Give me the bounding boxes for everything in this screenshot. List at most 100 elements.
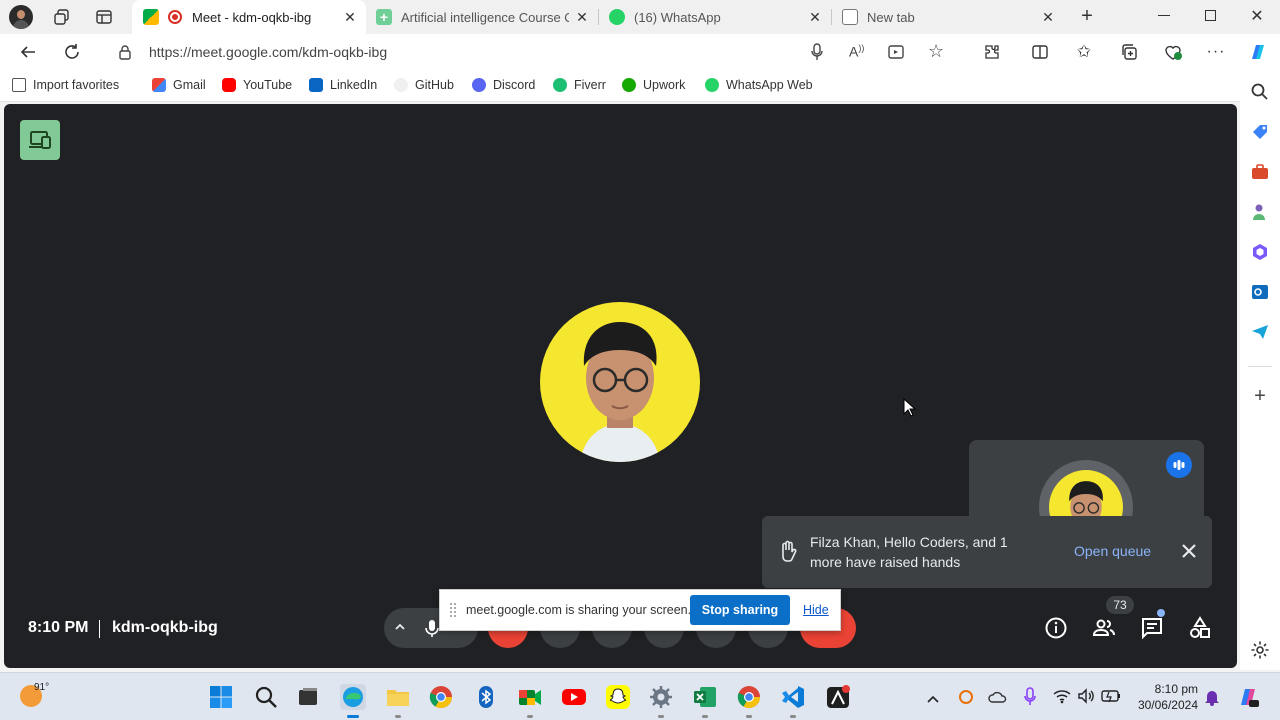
profile-avatar[interactable]: [9, 5, 33, 29]
bluetooth-icon[interactable]: [473, 684, 499, 710]
file-explorer-icon[interactable]: [385, 684, 411, 710]
favorite-import[interactable]: Import favorites: [12, 78, 119, 92]
app-available-icon[interactable]: [888, 44, 904, 65]
games-icon[interactable]: [1250, 202, 1270, 222]
favorite-fiverr[interactable]: Fiverr: [553, 78, 606, 92]
stop-sharing-button[interactable]: Stop sharing: [690, 595, 790, 625]
chrome-profile-icon[interactable]: [736, 684, 762, 710]
tab-meet[interactable]: Meet - kdm-oqkb-ibg ✕: [132, 0, 366, 34]
favorite-whatsapp-web[interactable]: WhatsApp Web: [705, 78, 813, 92]
collections-icon[interactable]: [1115, 38, 1143, 66]
url-text[interactable]: https://meet.google.com/kdm-oqkb-ibg: [149, 44, 387, 60]
browser-essentials-icon[interactable]: [1159, 38, 1187, 66]
microsoft-365-icon[interactable]: [1250, 242, 1270, 262]
extensions-icon[interactable]: [978, 38, 1006, 66]
activities-icon[interactable]: [1188, 616, 1212, 640]
sidebar-settings-icon[interactable]: [1250, 640, 1270, 660]
task-view-icon[interactable]: [295, 684, 321, 710]
restore-button[interactable]: [1205, 10, 1216, 21]
close-tab-icon[interactable]: ✕: [574, 9, 590, 25]
chevron-up-icon[interactable]: [927, 691, 939, 709]
sidebar-divider: [1248, 366, 1272, 367]
studio-app-icon[interactable]: [825, 684, 851, 710]
close-tab-icon[interactable]: ✕: [342, 9, 358, 25]
favorite-github[interactable]: GitHub: [394, 78, 454, 92]
search-icon[interactable]: [253, 684, 279, 710]
favorite-youtube[interactable]: YouTube: [222, 78, 292, 92]
gmail-icon: [152, 78, 166, 92]
running-indicator: [658, 715, 664, 718]
start-windows-icon[interactable]: [208, 684, 234, 710]
taskbar-time[interactable]: 8:10 pm: [1138, 682, 1198, 697]
tab-new[interactable]: New tab ✕: [832, 0, 1064, 34]
minimize-button[interactable]: [1158, 15, 1170, 16]
vscode-icon[interactable]: [780, 684, 806, 710]
favorites-icon[interactable]: ✩: [1070, 38, 1098, 66]
tab-whatsapp[interactable]: (16) WhatsApp ✕: [599, 0, 831, 34]
workspaces-icon[interactable]: [53, 8, 71, 26]
refresh-button[interactable]: [58, 38, 86, 66]
google-meet-icon: [143, 9, 159, 25]
favorite-star-icon[interactable]: ☆: [928, 41, 944, 62]
unread-dot: [1157, 609, 1165, 617]
whatsapp-icon: [705, 78, 719, 92]
microphone-icon[interactable]: [811, 43, 823, 66]
meeting-code[interactable]: kdm-oqkb-ibg: [112, 619, 218, 637]
new-tab-button[interactable]: +: [1076, 6, 1098, 28]
favorite-gmail[interactable]: Gmail: [152, 78, 206, 92]
excel-icon[interactable]: [692, 684, 718, 710]
meeting-info-icon[interactable]: [1044, 616, 1068, 640]
audio-level-icon: [1166, 452, 1192, 478]
settings-gear-icon[interactable]: [648, 684, 674, 710]
upwork-icon: [622, 78, 636, 92]
windows-taskbar: 91° 8:10 pm 30/06/2024: [0, 672, 1280, 720]
close-icon[interactable]: [1178, 540, 1200, 562]
tab-label: Artificial intelligence Course On: [401, 9, 569, 25]
shopping-tag-icon[interactable]: [1250, 122, 1270, 142]
wifi-icon[interactable]: [1053, 688, 1071, 709]
tab-actions-icon[interactable]: [95, 8, 113, 26]
edge-browser-icon[interactable]: [340, 684, 366, 710]
volume-icon[interactable]: [1077, 688, 1095, 709]
notification-bell-icon[interactable]: [1204, 688, 1220, 711]
google-meet-icon[interactable]: [517, 684, 543, 710]
taskbar-date[interactable]: 30/06/2024: [1128, 698, 1198, 712]
onedrive-icon[interactable]: [988, 689, 1008, 710]
settings-more-icon[interactable]: ···: [1202, 38, 1230, 66]
copilot-icon[interactable]: [1244, 38, 1272, 66]
copilot-taskbar-icon[interactable]: [1236, 685, 1260, 714]
outlook-icon[interactable]: [1250, 282, 1270, 302]
close-tab-icon[interactable]: ✕: [1040, 9, 1056, 25]
drag-handle[interactable]: [450, 603, 456, 617]
battery-icon[interactable]: [1101, 689, 1121, 708]
split-screen-icon[interactable]: [1026, 38, 1054, 66]
open-queue-button[interactable]: Open queue: [1074, 543, 1151, 559]
search-icon[interactable]: [1250, 82, 1270, 102]
tools-icon[interactable]: [1250, 162, 1270, 182]
running-indicator: [746, 715, 752, 718]
lock-icon[interactable]: [118, 44, 132, 65]
favorite-upwork[interactable]: Upwork: [622, 78, 685, 92]
read-aloud-icon[interactable]: A)): [849, 43, 864, 60]
chat-icon[interactable]: [1140, 616, 1164, 640]
favorite-linkedin[interactable]: LinkedIn: [309, 78, 377, 92]
presenting-icon[interactable]: [20, 120, 60, 160]
microphone-in-use-icon[interactable]: [1024, 687, 1036, 712]
back-button[interactable]: [14, 38, 42, 66]
address-bar[interactable]: https://meet.google.com/kdm-oqkb-ibg A))…: [100, 36, 964, 68]
tab-ai-course[interactable]: + Artificial intelligence Course On ✕: [366, 0, 598, 34]
running-indicator: [347, 715, 359, 718]
course-plus-icon: +: [376, 9, 392, 25]
chrome-icon[interactable]: [428, 684, 454, 710]
favorite-discord[interactable]: Discord: [472, 78, 535, 92]
sync-icon[interactable]: [957, 688, 975, 711]
drop-send-icon[interactable]: [1250, 322, 1270, 342]
close-window-button[interactable]: ✕: [1249, 6, 1265, 26]
snapchat-icon[interactable]: [605, 684, 631, 710]
close-tab-icon[interactable]: ✕: [807, 9, 823, 25]
hide-link[interactable]: Hide: [803, 603, 829, 617]
people-icon[interactable]: [1092, 616, 1116, 640]
weather-temperature: 91°: [34, 682, 50, 693]
add-sidebar-app-icon[interactable]: +: [1250, 386, 1270, 406]
youtube-icon[interactable]: [561, 684, 587, 710]
